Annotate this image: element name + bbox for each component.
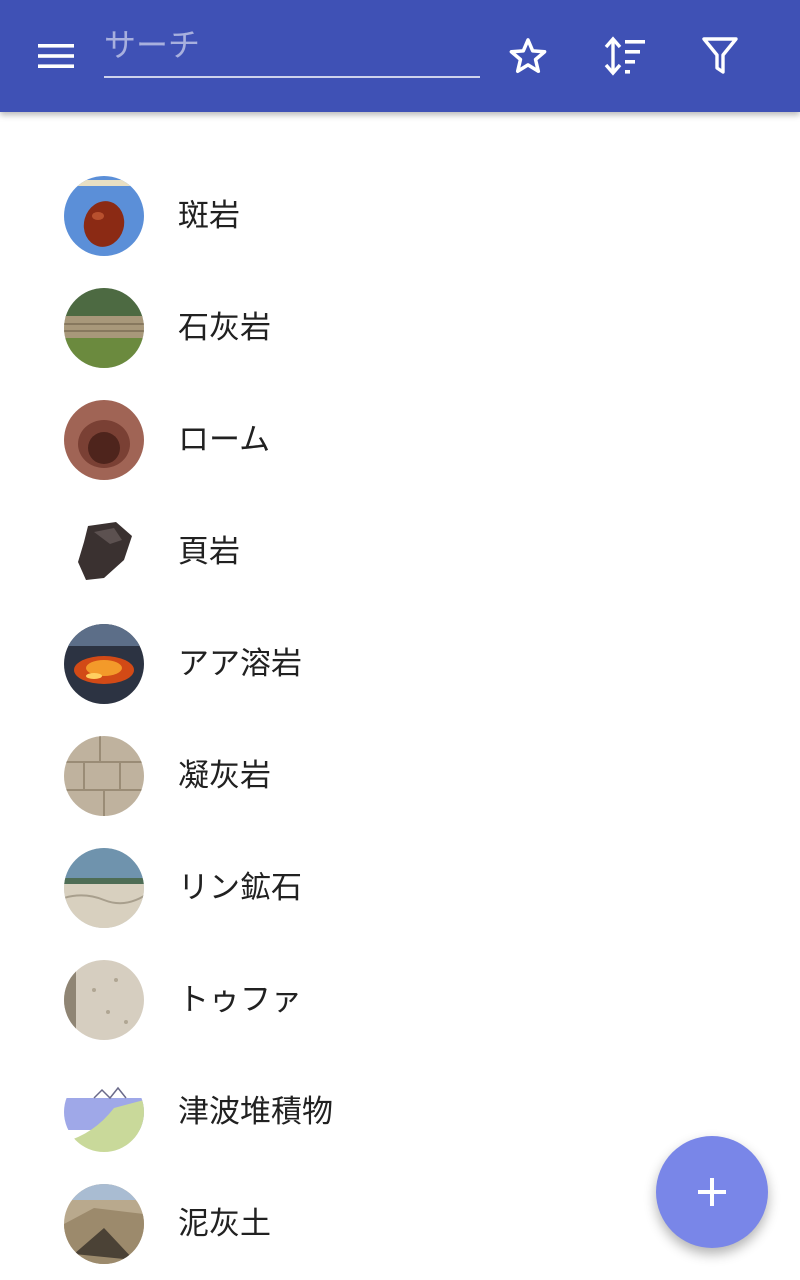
item-label: ローム xyxy=(178,422,271,458)
list-item[interactable]: アア溶岩 xyxy=(0,608,800,720)
app-bar xyxy=(0,0,800,112)
list-item[interactable]: 斑岩 xyxy=(0,160,800,272)
thumbnail-image xyxy=(64,176,144,256)
item-label: 頁岩 xyxy=(178,534,240,570)
item-label: 津波堆積物 xyxy=(178,1094,333,1130)
favorites-button[interactable] xyxy=(500,28,556,84)
thumbnail-image xyxy=(64,400,144,480)
filter-icon xyxy=(702,37,738,74)
filter-button[interactable] xyxy=(692,28,748,84)
thumbnail-image xyxy=(64,960,144,1040)
thumbnail-image xyxy=(64,624,144,704)
list-item[interactable]: トゥファ xyxy=(0,944,800,1056)
item-label: リン鉱石 xyxy=(178,870,302,906)
star-outline-icon xyxy=(509,38,547,73)
item-label: 斑岩 xyxy=(178,198,240,234)
thumbnail-image xyxy=(64,1072,144,1152)
menu-icon xyxy=(38,44,74,68)
menu-button[interactable] xyxy=(28,32,84,80)
thumbnail-image xyxy=(64,848,144,928)
search-box xyxy=(104,22,480,82)
rock-list: 斑岩 石灰岩 ローム 頁岩 アア溶岩 凝灰岩 リン鉱石 トゥファ 津波堆積物 泥… xyxy=(0,160,800,1280)
list-item[interactable]: ローム xyxy=(0,384,800,496)
plus-icon xyxy=(698,1178,726,1206)
item-label: 泥灰土 xyxy=(178,1206,271,1242)
add-button[interactable] xyxy=(656,1136,768,1248)
list-item[interactable]: 頁岩 xyxy=(0,496,800,608)
thumbnail-image xyxy=(64,288,144,368)
thumbnail-image xyxy=(64,1184,144,1264)
sort-button[interactable] xyxy=(596,28,652,84)
sort-icon xyxy=(604,36,645,76)
item-label: 石灰岩 xyxy=(178,310,271,346)
item-label: トゥファ xyxy=(178,982,302,1018)
thumbnail-image xyxy=(64,512,144,592)
item-label: 凝灰岩 xyxy=(178,758,271,794)
list-item[interactable]: 石灰岩 xyxy=(0,272,800,384)
list-item[interactable]: 凝灰岩 xyxy=(0,720,800,832)
item-label: アア溶岩 xyxy=(178,646,302,682)
search-input[interactable] xyxy=(104,22,480,78)
list-item[interactable]: リン鉱石 xyxy=(0,832,800,944)
thumbnail-image xyxy=(64,736,144,816)
